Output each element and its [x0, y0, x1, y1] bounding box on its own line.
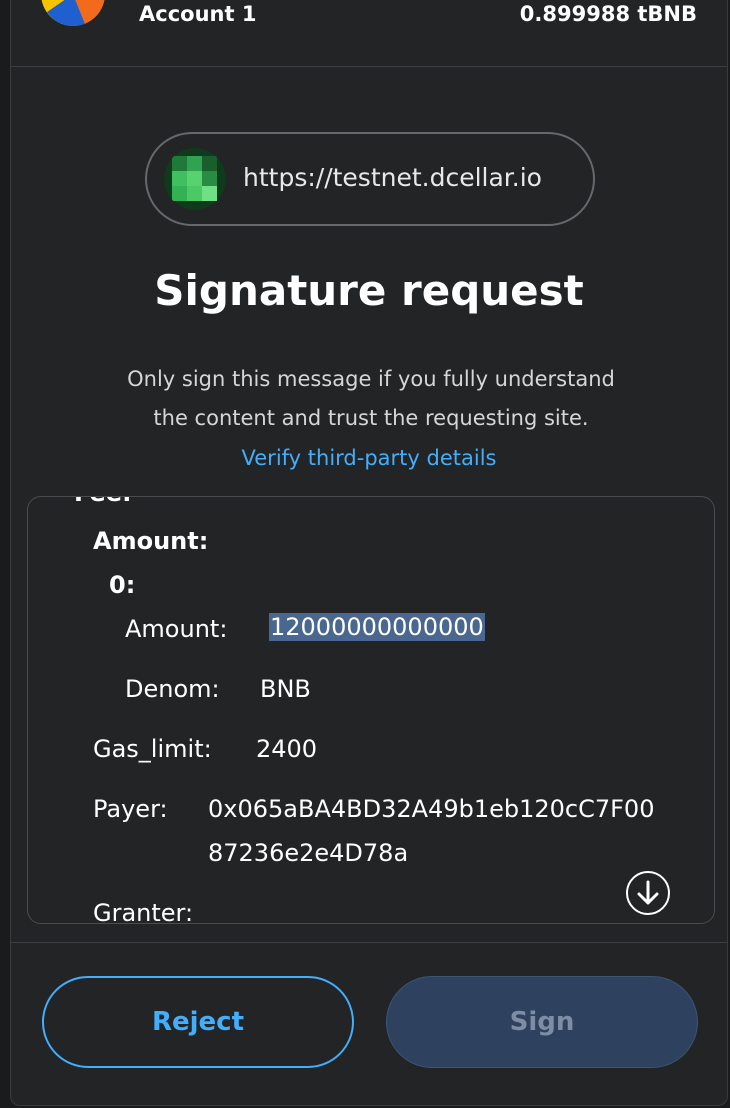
amount-label: Amount:: [93, 527, 209, 555]
warning-line-2: the content and trust the requesting sit…: [153, 406, 589, 430]
denom-label: Denom:: [125, 675, 220, 703]
denom-value: BNB: [260, 675, 311, 703]
arrow-down-icon: [637, 880, 659, 905]
message-content[interactable]: Fee: Amount: 0: Amount: 12000000000000 D…: [27, 496, 715, 924]
warning-line-1: Only sign this message if you fully unde…: [127, 367, 615, 391]
scroll-down-button[interactable]: [626, 871, 670, 915]
dcellar-site-icon: [164, 148, 226, 210]
sign-button[interactable]: Sign: [386, 976, 698, 1068]
origin-pill: https://testnet.dcellar.io: [145, 132, 595, 226]
signature-request-window: Account 1 0.899988 tBNB https://testnet.…: [10, 0, 728, 1106]
account-name: Account 1: [139, 2, 257, 26]
payer-value-line-2: 87236e2e4D78a: [208, 839, 409, 867]
selected-amount-text: 12000000000000: [269, 613, 485, 641]
footer-divider: [11, 942, 727, 943]
payer-value-line-1: 0x065aBA4BD32A49b1eb120cC7F00: [208, 795, 655, 823]
avatar-icon: [41, 0, 105, 26]
account-balance: 0.899988 tBNB: [519, 2, 697, 26]
account-avatar[interactable]: [41, 0, 105, 26]
verify-third-party-link[interactable]: Verify third-party details: [11, 446, 727, 470]
inner-amount-value: 12000000000000: [269, 613, 485, 641]
warning-text: Only sign this message if you fully unde…: [101, 360, 641, 438]
index-label: 0:: [109, 571, 136, 599]
gas-limit-value: 2400: [256, 735, 318, 763]
gas-limit-label: Gas_limit:: [93, 735, 212, 763]
reject-button[interactable]: Reject: [42, 976, 354, 1068]
page-title: Signature request: [154, 266, 584, 315]
fee-label: Fee:: [74, 497, 132, 507]
payer-label: Payer:: [93, 795, 168, 823]
origin-url: https://testnet.dcellar.io: [243, 163, 542, 192]
account-header: Account 1 0.899988 tBNB: [11, 0, 727, 67]
inner-amount-label: Amount:: [125, 615, 228, 643]
granter-label: Granter:: [93, 899, 194, 924]
